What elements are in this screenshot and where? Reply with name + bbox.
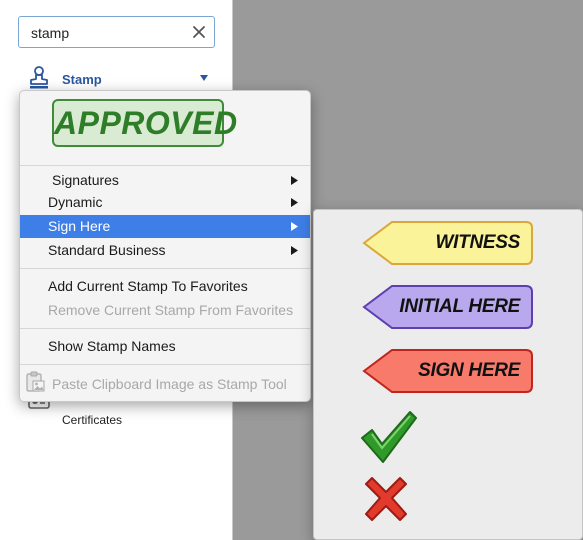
chevron-right-icon — [291, 198, 298, 207]
stamp-tool[interactable]: Stamp — [28, 66, 218, 90]
stamp-sign-here[interactable]: SIGN HERE — [362, 348, 534, 394]
menu-item-label: Remove Current Stamp From Favorites — [48, 302, 294, 318]
certificates-label: Certificates — [62, 413, 123, 427]
menu-item-sign-here[interactable]: Sign Here — [20, 215, 310, 238]
menu-separator — [20, 328, 310, 329]
stamp-tool-label: Stamp — [62, 72, 102, 87]
approved-stamp-text: APPROVED — [54, 105, 238, 141]
chevron-right-icon — [291, 246, 298, 255]
menu-separator — [20, 165, 310, 166]
stamp-menu: APPROVED Signatures Dynamic Sign Here St… — [19, 90, 311, 402]
stamp-initial-here-label: INITIAL HERE — [399, 296, 520, 317]
menu-item-add-favorites[interactable]: Add Current Stamp To Favorites — [20, 275, 310, 298]
menu-item-remove-favorites: Remove Current Stamp From Favorites — [20, 299, 310, 322]
search-box[interactable] — [18, 16, 215, 48]
stamp-icon — [30, 66, 48, 89]
approved-stamp-preview[interactable]: APPROVED — [52, 99, 237, 147]
sign-here-submenu: WITNESS INITIAL HERE SIGN HERE — [313, 209, 583, 540]
menu-item-label: Show Stamp Names — [48, 338, 176, 354]
menu-item-show-stamp-names[interactable]: Show Stamp Names — [20, 335, 310, 358]
menu-item-label: Dynamic — [48, 194, 103, 210]
menu-item-standard-business[interactable]: Standard Business — [20, 239, 310, 262]
stamp-sign-here-label: SIGN HERE — [418, 360, 520, 381]
menu-item-paste-clipboard: Paste Clipboard Image as Stamp Tool — [20, 373, 310, 396]
checkmark-icon[interactable] — [358, 408, 420, 466]
stamp-witness-label: WITNESS — [435, 232, 521, 253]
stamp-witness[interactable]: WITNESS — [362, 220, 534, 266]
menu-item-label: Signatures — [52, 172, 119, 188]
menu-item-label: Standard Business — [48, 242, 166, 258]
menu-item-label: Paste Clipboard Image as Stamp Tool — [52, 376, 287, 392]
menu-item-dynamic[interactable]: Dynamic — [20, 191, 310, 214]
menu-separator — [20, 268, 310, 269]
stamp-initial-here[interactable]: INITIAL HERE — [362, 284, 534, 330]
x-mark-icon[interactable] — [362, 476, 410, 522]
chevron-down-icon[interactable] — [200, 75, 208, 81]
chevron-right-icon — [291, 222, 298, 231]
menu-item-label: Add Current Stamp To Favorites — [48, 278, 248, 294]
menu-separator — [20, 364, 310, 365]
chevron-right-icon — [291, 176, 298, 185]
clear-search-icon[interactable] — [191, 24, 207, 40]
menu-item-label: Sign Here — [48, 218, 111, 234]
search-input[interactable] — [31, 23, 191, 43]
menu-item-signatures[interactable]: Signatures — [20, 169, 310, 192]
